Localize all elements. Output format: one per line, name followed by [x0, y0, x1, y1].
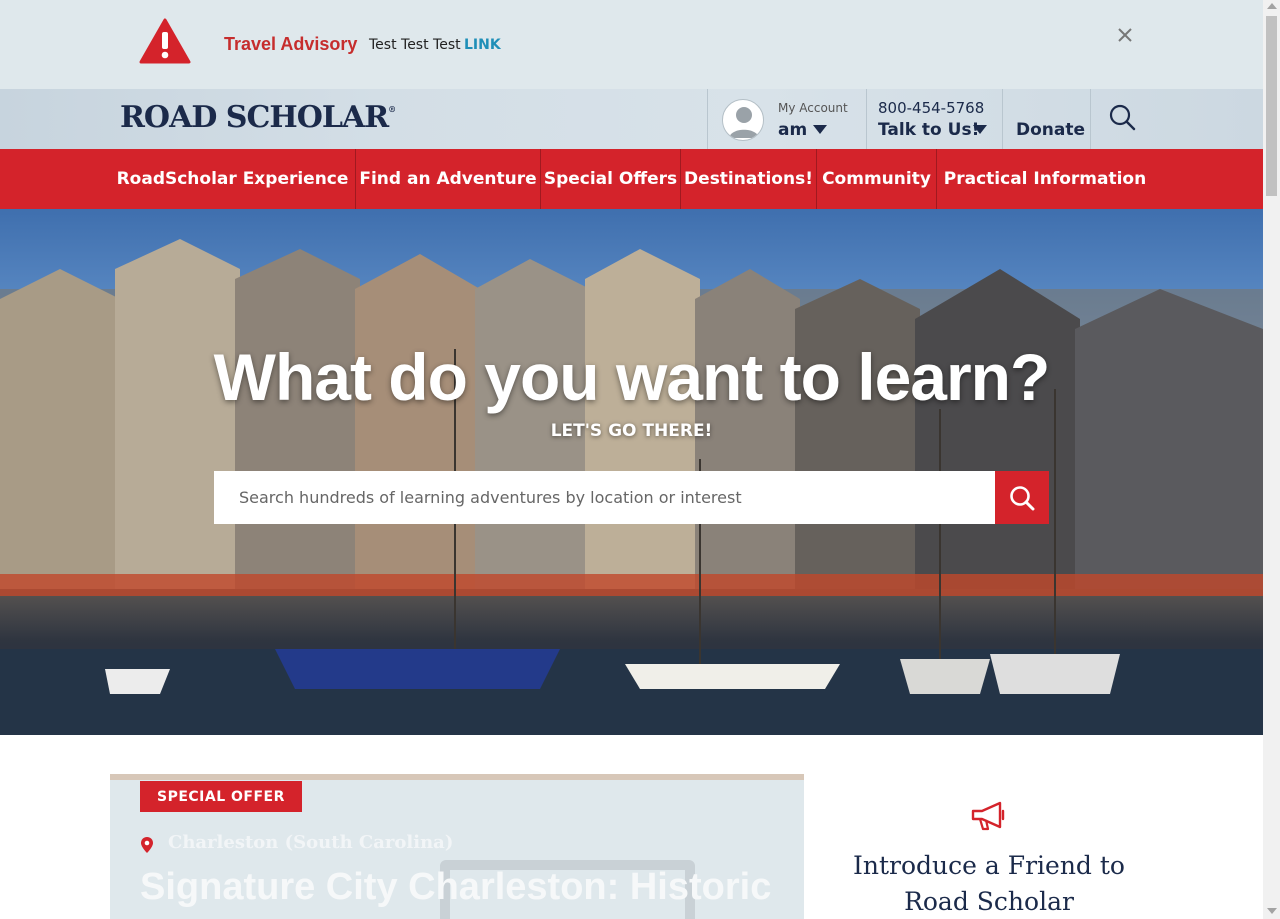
header-divider: [866, 89, 867, 149]
location-pin-icon: [141, 837, 153, 853]
user-avatar-icon: [729, 107, 759, 138]
advisory-text: Test Test Test: [369, 37, 461, 53]
talk-to-us-menu[interactable]: Talk to Us!: [878, 120, 979, 140]
nav-item-roadscholar-experience[interactable]: RoadScholar Experience: [110, 149, 355, 209]
special-offer-badge: SPECIAL OFFER: [140, 781, 302, 812]
hero-subtitle: LET'S GO THERE!: [550, 421, 713, 441]
header-divider: [1002, 89, 1003, 149]
road-scholar-logo[interactable]: ROAD SCHOLAR®: [120, 100, 396, 135]
chevron-down-icon[interactable]: [973, 125, 987, 134]
scroll-up-arrow-icon[interactable]: [1267, 3, 1277, 9]
my-account-label[interactable]: My Account: [778, 101, 848, 115]
close-icon[interactable]: [1114, 24, 1136, 46]
warning-icon: [139, 18, 191, 64]
nav-item-community[interactable]: Community: [817, 149, 936, 209]
search-icon[interactable]: [1108, 103, 1136, 131]
search-button[interactable]: [995, 471, 1049, 524]
nav-item-destinations[interactable]: Destinations!: [681, 149, 816, 209]
advisory-link[interactable]: LINK: [464, 37, 501, 53]
offer-title[interactable]: Signature City Charleston: Historic: [140, 866, 771, 909]
search-icon: [1010, 485, 1035, 510]
header-divider: [707, 89, 708, 149]
nav-item-special-offers[interactable]: Special Offers: [541, 149, 680, 209]
chevron-down-icon[interactable]: [813, 125, 827, 134]
donate-link[interactable]: Donate: [1016, 120, 1085, 140]
scroll-down-arrow-icon[interactable]: [1267, 908, 1277, 914]
scrollbar-thumb[interactable]: [1266, 16, 1277, 196]
avatar[interactable]: [722, 99, 764, 141]
introduce-friend-title[interactable]: Introduce a Friend to Road Scholar: [850, 848, 1128, 919]
account-name[interactable]: am: [778, 120, 807, 140]
nav-item-find-an-adventure[interactable]: Find an Adventure: [356, 149, 540, 209]
nav-item-practical-information[interactable]: Practical Information: [937, 149, 1153, 209]
phone-number[interactable]: 800-454-5768: [878, 99, 984, 117]
hero-title: What do you want to learn?: [213, 340, 1051, 414]
search-input[interactable]: [214, 471, 995, 524]
advisory-title: Travel Advisory: [224, 34, 358, 54]
header-divider: [1090, 89, 1091, 149]
offer-location: Charleston (South Carolina): [168, 832, 454, 853]
megaphone-icon: [971, 801, 1005, 831]
